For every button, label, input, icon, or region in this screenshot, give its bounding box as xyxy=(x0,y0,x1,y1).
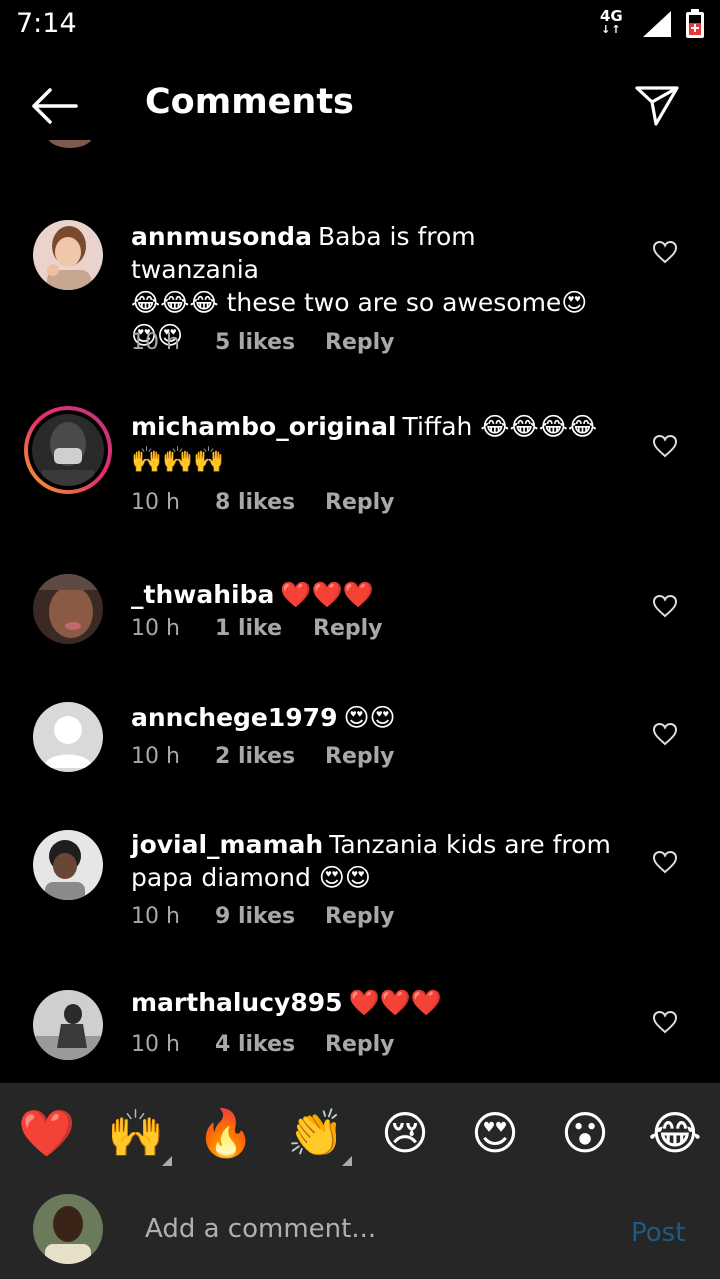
avatar-story-ring[interactable] xyxy=(24,406,112,494)
comment-username[interactable]: annchege1979 xyxy=(131,703,337,732)
comment-meta: 10 h 8 likes Reply xyxy=(131,490,395,515)
comment-input[interactable]: Add a comment... xyxy=(145,1214,376,1244)
network-arrows: ↓↑ xyxy=(601,23,622,36)
avatar[interactable] xyxy=(33,702,103,772)
like-heart-icon[interactable] xyxy=(652,594,678,618)
page-title: Comments xyxy=(145,82,354,122)
comments-header: Comments xyxy=(0,70,720,140)
comment-time: 10 h xyxy=(131,744,180,769)
network-indicator: 4G ↓↑ xyxy=(600,9,623,37)
comment-likes[interactable]: 2 likes xyxy=(215,744,325,769)
comment-username[interactable]: marthalucy895 xyxy=(131,988,343,1017)
comment-time: 10 h xyxy=(131,904,180,929)
comment-line: papa diamond 😍😍 xyxy=(131,863,371,892)
battery-icon xyxy=(686,9,704,38)
emoji-raised-hands-button[interactable]: 🙌 xyxy=(107,1105,164,1161)
comment-text: michambo_original Tiffah 😂😂😂😂 🙌🙌🙌 xyxy=(131,410,611,476)
signal-icon xyxy=(643,11,671,37)
arrow-left-icon[interactable] xyxy=(30,86,80,126)
comment-line: Tiffah 😂😂😂😂 xyxy=(402,412,598,441)
comment-line: ❤️❤️❤️ xyxy=(280,580,374,609)
like-heart-icon[interactable] xyxy=(652,722,678,746)
comment-username[interactable]: jovial_mamah xyxy=(131,830,323,859)
emoji-surprised-button[interactable]: 😮 xyxy=(557,1105,613,1161)
emoji-fire-button[interactable]: 🔥 xyxy=(197,1105,254,1161)
like-heart-icon[interactable] xyxy=(652,434,678,458)
emoji-quick-bar: ❤️ 🙌 🔥 👏 😢 😍 😮 😂 xyxy=(0,1083,720,1178)
emoji-laughing-button[interactable]: 😂 xyxy=(647,1105,703,1161)
my-avatar xyxy=(33,1194,103,1264)
reply-button[interactable]: Reply xyxy=(325,330,395,355)
skin-tone-indicator-icon xyxy=(342,1156,352,1166)
comment-meta: 10 h 1 like Reply xyxy=(131,616,383,641)
avatar[interactable] xyxy=(33,830,103,900)
avatar[interactable] xyxy=(33,574,103,644)
comment-line: ❤️❤️❤️ xyxy=(348,988,442,1017)
comment-username[interactable]: michambo_original xyxy=(131,412,397,441)
comment-composer: Add a comment... Post xyxy=(0,1178,720,1279)
comment-meta: 10 h 4 likes Reply xyxy=(131,1032,395,1057)
reply-button[interactable]: Reply xyxy=(325,744,395,769)
emoji-clap-button[interactable]: 👏 xyxy=(287,1105,344,1161)
comment-time: 10 h xyxy=(131,1032,180,1057)
skin-tone-indicator-icon xyxy=(162,1156,172,1166)
avatar[interactable] xyxy=(33,990,103,1060)
comment-likes[interactable]: 9 likes xyxy=(215,904,325,929)
like-heart-icon[interactable] xyxy=(652,1010,678,1034)
comment-line: 😍😍 xyxy=(343,703,396,732)
reply-button[interactable]: Reply xyxy=(325,1032,395,1057)
comment-meta: 10 h 2 likes Reply xyxy=(131,744,395,769)
comment-likes[interactable]: 5 likes xyxy=(215,330,325,355)
comment-line: Tanzania kids are from xyxy=(329,830,611,859)
post-button[interactable]: Post xyxy=(631,1218,685,1248)
comment-likes[interactable]: 8 likes xyxy=(215,490,325,515)
comment-meta: 10 h 9 likes Reply xyxy=(131,904,395,929)
emoji-heart-eyes-button[interactable]: 😍 xyxy=(467,1105,523,1161)
comment-time: 10 h xyxy=(131,490,180,515)
reply-button[interactable]: Reply xyxy=(325,904,395,929)
comment-text: annchege1979 😍😍 xyxy=(131,701,611,734)
emoji-crying-button[interactable]: 😢 xyxy=(377,1105,433,1161)
comment-likes[interactable]: 4 likes xyxy=(215,1032,325,1057)
comment-username[interactable]: annmusonda xyxy=(131,222,312,251)
comment-meta: 10 h 5 likes Reply xyxy=(131,330,395,355)
comment-line: 🙌🙌🙌 xyxy=(131,445,225,474)
reply-button[interactable]: Reply xyxy=(325,490,395,515)
like-heart-icon[interactable] xyxy=(652,240,678,264)
comment-time: 10 h xyxy=(131,330,180,355)
status-time: 7:14 xyxy=(16,8,77,39)
comment-text: marthalucy895 ❤️❤️❤️ xyxy=(131,986,611,1019)
comment-username[interactable]: _thwahiba xyxy=(131,580,274,609)
comment-line: 😂😂😂 these two are so awesome😍 xyxy=(131,288,588,317)
avatar[interactable] xyxy=(33,220,103,290)
comment-text: jovial_mamah Tanzania kids are from papa … xyxy=(131,828,611,894)
comment-list[interactable]: annmusonda Baba is from twanzania 😂😂😂 the… xyxy=(0,140,720,1080)
reply-button[interactable]: Reply xyxy=(313,616,383,641)
send-icon[interactable] xyxy=(634,84,680,128)
emoji-heart-button[interactable]: ❤️ xyxy=(18,1105,75,1161)
comment-likes[interactable]: 1 like xyxy=(215,616,313,641)
previous-comment-avatar xyxy=(48,140,92,148)
comment-text: _thwahiba ❤️❤️❤️ xyxy=(131,578,611,611)
status-bar: 7:14 4G ↓↑ xyxy=(0,0,720,50)
comment-time: 10 h xyxy=(131,616,180,641)
like-heart-icon[interactable] xyxy=(652,850,678,874)
